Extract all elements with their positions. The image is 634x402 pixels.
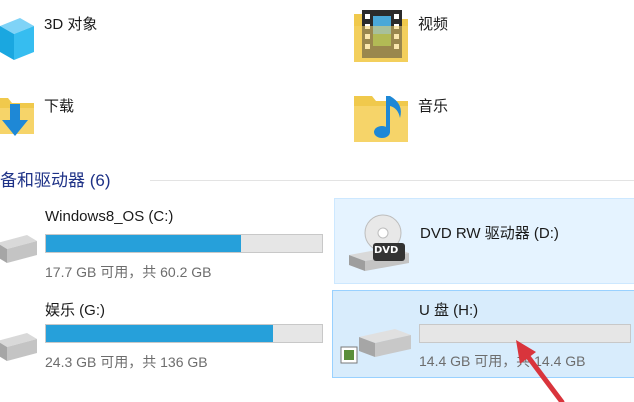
drive-usage-fill [46, 325, 273, 342]
drive-free-space: 17.7 GB 可用，共 60.2 GB [45, 264, 212, 280]
hard-drive-icon [0, 333, 37, 361]
music-folder-icon [354, 96, 408, 142]
folder-downloads[interactable]: 下载 [0, 80, 300, 156]
folder-3d-objects[interactable]: 3D 对象 [0, 0, 300, 76]
folder-label: 音乐 [418, 98, 449, 115]
dvd-badge: DVD [374, 245, 399, 256]
folder-label: 视频 [418, 16, 449, 33]
drive-usage-bar [45, 234, 323, 253]
drive-name: 娱乐 (G:) [45, 302, 105, 319]
drive-name: Windows8_OS (C:) [45, 208, 174, 225]
drive-usage-bar [45, 324, 323, 343]
usb-drive-icon [340, 329, 411, 364]
downloads-folder-icon [0, 98, 34, 136]
drive-name: DVD RW 驱动器 (D:) [420, 225, 559, 242]
drive-name: U 盘 (H:) [419, 302, 479, 319]
drive-tile-c[interactable]: Windows8_OS (C:) 17.7 GB 可用，共 60.2 GB [0, 196, 332, 284]
folder-label: 下载 [44, 98, 75, 115]
folder-label: 3D 对象 [44, 16, 98, 33]
hard-drive-icon [0, 235, 37, 263]
drive-free-space: 24.3 GB 可用，共 136 GB [45, 354, 208, 370]
dvd-drive-icon [349, 214, 409, 271]
drive-usage-fill [46, 235, 241, 252]
section-header-devices-drives[interactable]: 备和驱动器 (6) [0, 166, 111, 191]
videos-folder-icon [354, 10, 408, 62]
drive-tile-g[interactable]: 娱乐 (G:) 24.3 GB 可用，共 136 GB [0, 290, 332, 378]
folder-music[interactable]: 音乐 [330, 80, 634, 156]
annotation-arrow [516, 340, 565, 402]
section-divider [150, 180, 634, 181]
drive-tile-h[interactable]: U 盘 (H:) 14.4 GB 可用，共 14.4 GB [332, 290, 634, 378]
3d-objects-icon [0, 18, 34, 60]
folder-videos[interactable]: 视频 [330, 0, 634, 76]
drive-tile-d[interactable]: DVD DVD RW 驱动器 (D:) [334, 198, 634, 284]
